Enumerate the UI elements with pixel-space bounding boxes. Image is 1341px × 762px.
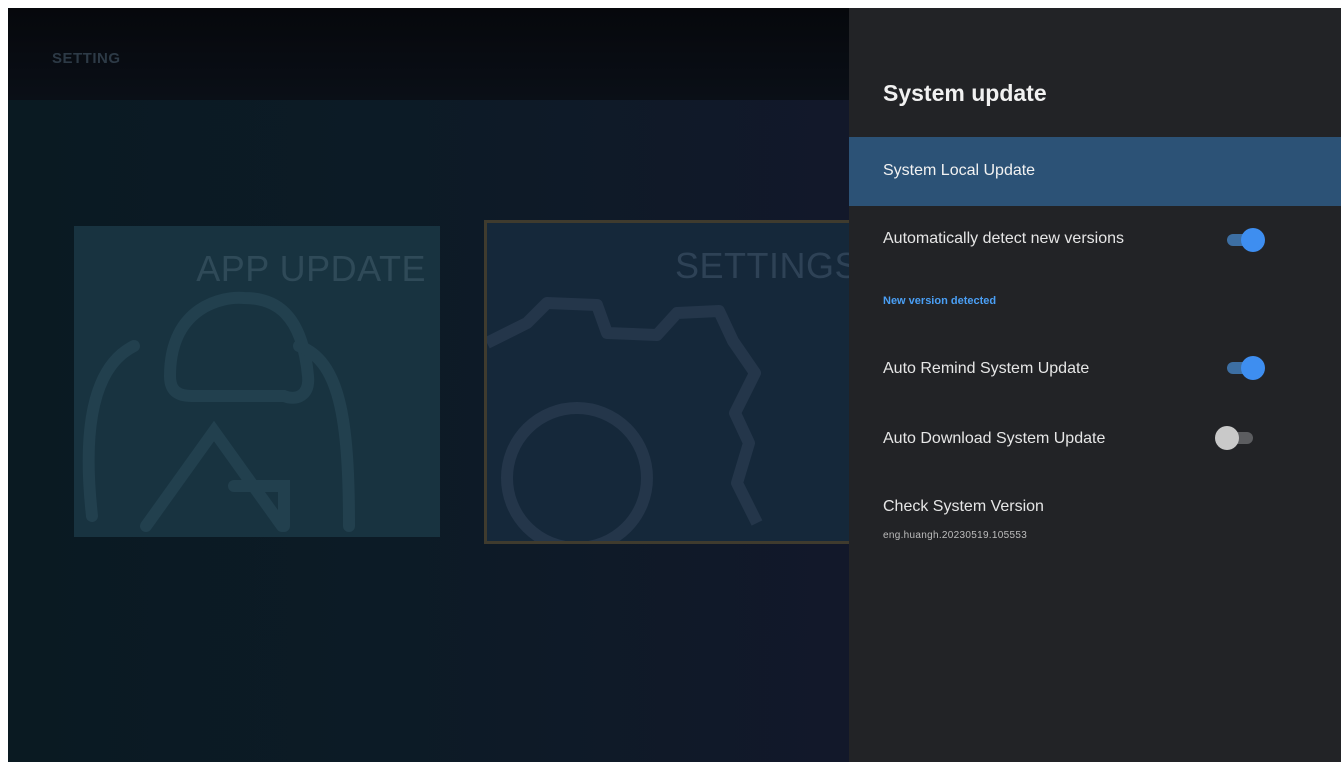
new-version-detected-note: New version detected xyxy=(883,295,997,307)
auto-remind-toggle[interactable] xyxy=(1225,356,1265,380)
app-update-tile-label: APP UPDATE xyxy=(196,248,426,289)
panel-title: System update xyxy=(883,80,1047,106)
system-version-value: eng.huangh.20230519.105553 xyxy=(883,530,1028,541)
auto-remind-label: Auto Remind System Update xyxy=(883,360,1090,377)
toggle-knob xyxy=(1215,426,1239,450)
auto-detect-row[interactable]: Automatically detect new versions xyxy=(849,206,1341,276)
auto-download-label: Auto Download System Update xyxy=(883,430,1106,447)
background-title: SETTING xyxy=(52,50,121,67)
background-header: SETTING xyxy=(8,8,849,100)
settings-tile[interactable]: SETTINGS xyxy=(484,220,854,544)
toggle-knob xyxy=(1241,228,1265,252)
auto-remind-row[interactable]: Auto Remind System Update xyxy=(849,338,1341,400)
check-system-version-label: Check System Version xyxy=(883,498,1044,515)
system-update-panel: System update System Local Update Automa… xyxy=(849,8,1341,762)
auto-download-toggle[interactable] xyxy=(1215,426,1255,450)
settings-background: SETTING APP UPDATE SETTINGS xyxy=(8,8,854,762)
system-local-update-item[interactable]: System Local Update xyxy=(849,137,1341,206)
auto-download-row[interactable]: Auto Download System Update xyxy=(849,408,1341,470)
tv-screen: SETTING APP UPDATE SETTINGS System updat… xyxy=(8,8,1341,762)
settings-tile-label: SETTINGS xyxy=(674,245,854,286)
auto-detect-toggle[interactable] xyxy=(1225,228,1265,252)
toggle-knob xyxy=(1241,356,1265,380)
system-local-update-label: System Local Update xyxy=(883,162,1036,179)
app-update-tile[interactable]: APP UPDATE xyxy=(74,226,440,537)
auto-detect-label: Automatically detect new versions xyxy=(883,230,1124,247)
